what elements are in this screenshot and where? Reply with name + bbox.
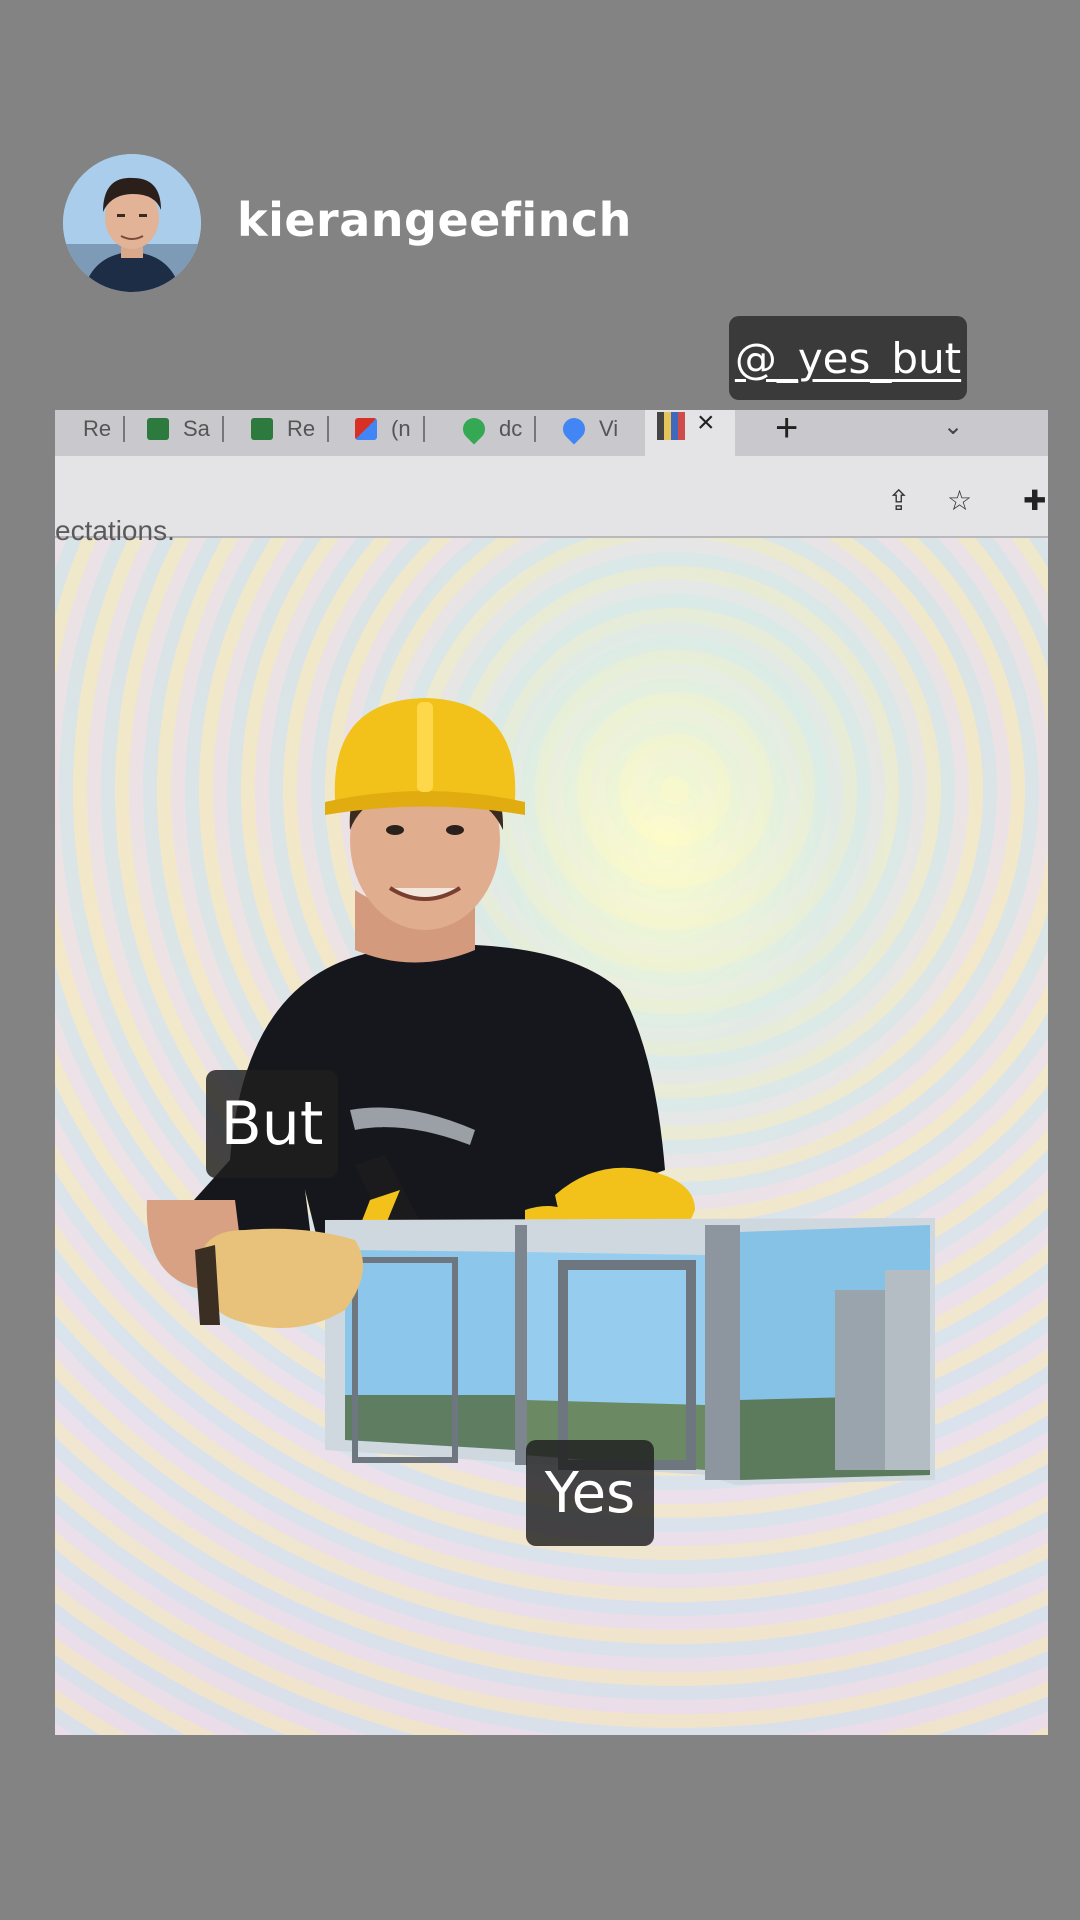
caption-but[interactable]: But <box>206 1070 338 1178</box>
username[interactable]: kierangeefinch <box>237 193 632 247</box>
caption-yes[interactable]: Yes <box>526 1440 654 1546</box>
avatar[interactable] <box>63 154 201 292</box>
mention-sticker[interactable]: @_yes_but <box>729 316 967 400</box>
mention-label: @_yes_but <box>734 333 962 383</box>
profile-photo <box>63 154 201 292</box>
story-view: kierangeefinch @_yes_but Re Sa Re (n dc … <box>0 0 1080 1920</box>
